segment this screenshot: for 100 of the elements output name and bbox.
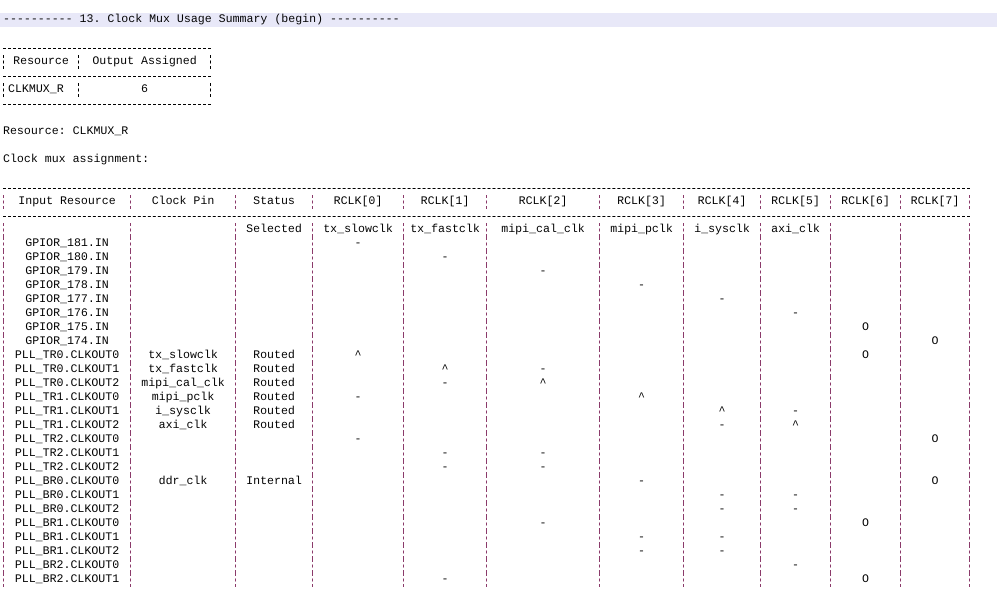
table-cell: - [718, 489, 726, 502]
table-cell: - [638, 475, 645, 488]
table-cell: ddr_clk [158, 475, 208, 488]
table-cell: O [932, 335, 938, 348]
table-cell: PLL_TR0.CLKOUT1 [14, 363, 120, 376]
table-cell: 6 [141, 83, 148, 96]
table-cell: ^ [792, 419, 799, 432]
table-cell: tx_fastclk [148, 363, 218, 376]
column-header: RCLK[2] [518, 195, 568, 208]
table-cell: O [862, 517, 869, 530]
table-cell: - [442, 377, 448, 390]
table-cell: - [792, 559, 799, 572]
table-cell: PLL_TR2.CLKOUT2 [14, 461, 120, 474]
table-cell: Internal [246, 475, 302, 488]
table-cell: mipi_pclk [152, 391, 214, 404]
table-cell: Routed [253, 419, 295, 432]
table-cell: - [354, 237, 362, 250]
table-cell: O [862, 349, 869, 362]
table-cell: ^ [442, 363, 448, 376]
column-header: Status [253, 195, 295, 208]
column-header: RCLK[5] [771, 195, 820, 208]
table-cell: tx_slowclk [323, 223, 393, 236]
table-cell: - [540, 517, 546, 530]
table-cell: - [718, 531, 726, 544]
resource-line: Resource: CLKMUX_R [2, 125, 130, 139]
table-cell: mipi_cal_clk [141, 377, 225, 390]
table-cell: - [442, 251, 448, 264]
table-cell: PLL_TR1.CLKOUT2 [14, 419, 120, 432]
section-banner: ---------- 13. Clock Mux Usage Summary (begin) ---------- [0, 13, 997, 27]
table-cell: GPIOR_176.IN [25, 307, 109, 320]
table-cell: ^ [638, 391, 645, 404]
column-header: Clock Pin [152, 195, 214, 208]
table-cell: GPIOR_174.IN [25, 335, 109, 348]
table-cell: - [718, 293, 726, 306]
table-cell: i_sysclk [694, 223, 750, 236]
column-header: RCLK[7] [910, 195, 960, 208]
table-cell: - [718, 419, 726, 432]
table-cell: PLL_TR1.CLKOUT1 [14, 405, 120, 418]
table-cell: - [354, 391, 362, 404]
column-header: RCLK[0] [334, 195, 382, 208]
table-cell: - [638, 531, 645, 544]
table-cell: O [862, 321, 869, 334]
column-header: Resource [13, 55, 69, 68]
table-cell: - [638, 545, 645, 558]
table-cell: PLL_BR1.CLKOUT2 [14, 545, 120, 558]
table-cell: - [792, 489, 799, 502]
table-cell: O [932, 433, 938, 446]
table-cell: - [792, 405, 799, 418]
table-cell: - [638, 279, 645, 292]
table-cell: PLL_BR1.CLKOUT0 [14, 517, 120, 530]
table-cell: - [792, 307, 799, 320]
table-cell: - [718, 503, 726, 516]
column-header: RCLK[3] [617, 195, 666, 208]
table-cell: ^ [354, 349, 362, 362]
table-cell: - [540, 461, 546, 474]
table-cell: - [540, 447, 546, 460]
table-cell: mipi_cal_clk [501, 223, 585, 236]
table-cell: PLL_TR2.CLKOUT1 [14, 447, 120, 460]
section-label: Clock mux assignment: [2, 153, 150, 167]
table-cell: Routed [253, 391, 295, 404]
column-header: Output Assigned [92, 55, 197, 68]
table-cell: CLKMUX_R [8, 83, 64, 96]
table-cell: - [442, 461, 448, 474]
table-cell: ^ [540, 377, 546, 390]
table-cell: - [354, 433, 362, 446]
table-cell: PLL_BR1.CLKOUT1 [14, 531, 120, 544]
table-cell: PLL_BR0.CLKOUT0 [14, 475, 120, 488]
table-cell: Routed [253, 363, 295, 376]
column-header: RCLK[1] [420, 195, 470, 208]
table-cell: tx_fastclk [410, 223, 480, 236]
table-cell: Selected [246, 223, 302, 236]
table-cell: PLL_BR0.CLKOUT1 [14, 489, 120, 502]
table-cell: GPIOR_175.IN [25, 321, 109, 334]
table-cell: GPIOR_177.IN [25, 293, 109, 306]
column-header: Input Resource [18, 195, 116, 208]
table-cell: tx_slowclk [148, 349, 218, 362]
table-cell: PLL_TR0.CLKOUT0 [14, 349, 120, 362]
table-cell: Routed [253, 377, 295, 390]
table-cell: PLL_BR0.CLKOUT2 [14, 503, 120, 516]
column-header: RCLK[4] [698, 195, 746, 208]
table-cell: axi_clk [771, 223, 820, 236]
table-cell: mipi_pclk [610, 223, 673, 236]
table-cell: ^ [718, 405, 726, 418]
table-cell: - [442, 573, 448, 586]
column-header: RCLK[6] [841, 195, 890, 208]
table-cell: - [718, 545, 726, 558]
table-cell: - [792, 503, 799, 516]
table-cell: axi_clk [158, 419, 208, 432]
table-cell: O [862, 573, 869, 586]
table-cell: - [442, 447, 448, 460]
table-cell: O [932, 475, 938, 488]
table-cell: Routed [253, 349, 295, 362]
table-cell: PLL_TR1.CLKOUT0 [14, 391, 120, 404]
table-cell: PLL_BR2.CLKOUT0 [14, 559, 120, 572]
table-cell: GPIOR_178.IN [25, 279, 109, 292]
table-cell: PLL_BR2.CLKOUT1 [14, 573, 120, 586]
table-cell: i_sysclk [155, 405, 211, 418]
table-cell: PLL_TR0.CLKOUT2 [14, 377, 120, 390]
table-cell: PLL_TR2.CLKOUT0 [14, 433, 120, 446]
table-cell: GPIOR_180.IN [25, 251, 109, 264]
